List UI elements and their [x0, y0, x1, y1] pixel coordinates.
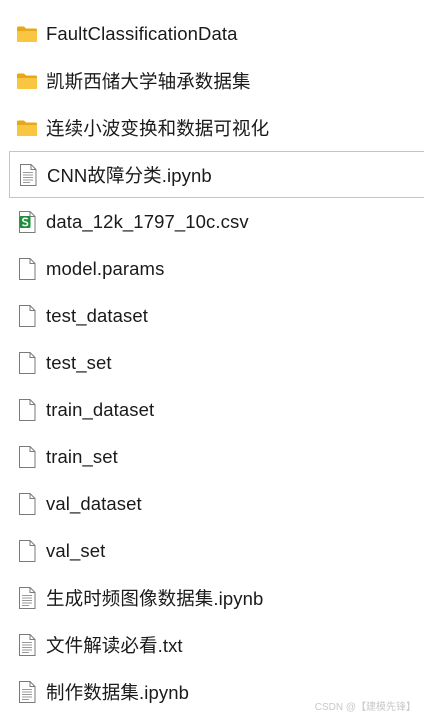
- file-name: FaultClassificationData: [46, 22, 238, 44]
- file-item-6[interactable]: test_dataset: [0, 292, 424, 339]
- file-name: val_set: [46, 539, 106, 561]
- file-name: 连续小波变换和数据可视化: [46, 117, 270, 139]
- file-name: 制作数据集.ipynb: [46, 681, 189, 703]
- file-name: 凯斯西储大学轴承数据集: [46, 70, 251, 92]
- folder-icon: [15, 116, 39, 140]
- file-name: test_dataset: [46, 304, 148, 326]
- folder-icon: [15, 22, 39, 46]
- file-name: train_set: [46, 445, 118, 467]
- file-item-4[interactable]: data_12k_1797_10c.csv: [0, 198, 424, 245]
- text-file-icon: [15, 586, 39, 610]
- file-list: FaultClassificationData 凯斯西储大学轴承数据集 连续小波…: [0, 10, 424, 715]
- blank-file-icon: [15, 351, 39, 375]
- watermark: CSDN @【建模先锋】: [314, 702, 416, 713]
- file-name: 生成时频图像数据集.ipynb: [46, 587, 264, 609]
- file-item-10[interactable]: val_dataset: [0, 480, 424, 527]
- file-name: test_set: [46, 351, 112, 373]
- file-item-9[interactable]: train_set: [0, 433, 424, 480]
- file-item-1[interactable]: 凯斯西储大学轴承数据集: [0, 57, 424, 104]
- text-file-icon: [15, 633, 39, 657]
- file-item-2[interactable]: 连续小波变换和数据可视化: [0, 104, 424, 151]
- blank-file-icon: [15, 539, 39, 563]
- file-name: CNN故障分类.ipynb: [47, 164, 212, 186]
- file-name: data_12k_1797_10c.csv: [46, 210, 249, 232]
- blank-file-icon: [15, 445, 39, 469]
- file-item-3[interactable]: CNN故障分类.ipynb: [9, 151, 424, 198]
- file-item-8[interactable]: train_dataset: [0, 386, 424, 433]
- text-file-icon: [16, 163, 40, 187]
- file-name: train_dataset: [46, 398, 155, 420]
- file-name: 文件解读必看.txt: [46, 634, 183, 656]
- blank-file-icon: [15, 257, 39, 281]
- file-item-12[interactable]: 生成时频图像数据集.ipynb: [0, 574, 424, 621]
- file-item-11[interactable]: val_set: [0, 527, 424, 574]
- file-name: val_dataset: [46, 492, 142, 514]
- text-file-icon: [15, 680, 39, 704]
- file-name: model.params: [46, 257, 165, 279]
- blank-file-icon: [15, 398, 39, 422]
- file-item-0[interactable]: FaultClassificationData: [0, 10, 424, 57]
- blank-file-icon: [15, 304, 39, 328]
- file-item-5[interactable]: model.params: [0, 245, 424, 292]
- spreadsheet-file-icon: [15, 210, 39, 234]
- blank-file-icon: [15, 492, 39, 516]
- file-item-13[interactable]: 文件解读必看.txt: [0, 621, 424, 668]
- file-item-7[interactable]: test_set: [0, 339, 424, 386]
- folder-icon: [15, 69, 39, 93]
